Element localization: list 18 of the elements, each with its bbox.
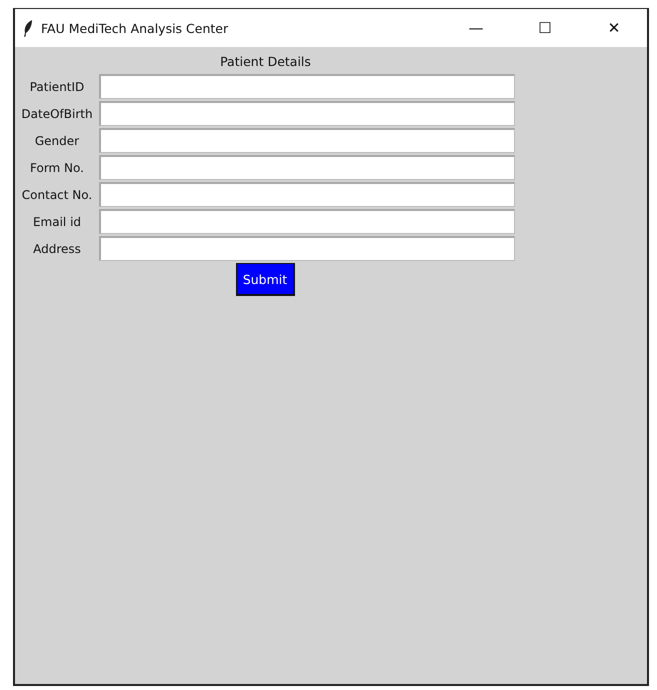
input-field[interactable] bbox=[99, 74, 515, 99]
feather-icon bbox=[23, 20, 33, 36]
field-label: Address bbox=[32, 242, 82, 256]
input-field[interactable] bbox=[99, 236, 515, 261]
input-field[interactable] bbox=[99, 101, 515, 126]
submit-button[interactable]: Submit bbox=[236, 263, 296, 296]
field-label: Contact No. bbox=[20, 188, 94, 202]
field-label: PatientID bbox=[28, 80, 86, 94]
input-field[interactable] bbox=[99, 209, 515, 234]
field-label: Email id bbox=[32, 214, 82, 228]
field-label: DateOfBirth bbox=[20, 106, 94, 120]
input-field[interactable] bbox=[99, 128, 515, 153]
field-label: Form No. bbox=[29, 160, 85, 174]
input-field[interactable] bbox=[99, 155, 515, 180]
form-heading: Patient Details bbox=[220, 53, 311, 71]
input-field[interactable] bbox=[99, 182, 515, 207]
window-title: FAU MediTech Analysis Center bbox=[41, 20, 230, 36]
field-label: Gender bbox=[34, 134, 80, 148]
